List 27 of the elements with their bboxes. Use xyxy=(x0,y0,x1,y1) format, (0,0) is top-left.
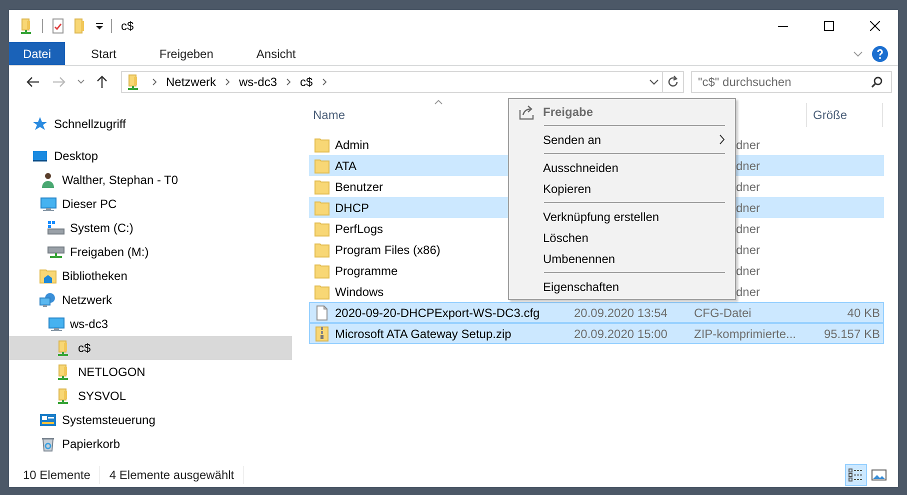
file-name: Admin xyxy=(335,138,370,152)
type-cell: dner xyxy=(736,180,760,194)
date-cell: 20.09.2020 15:00 xyxy=(574,326,668,340)
file-name: Program Files (x86) xyxy=(335,242,440,256)
date-cell: 20.09.2020 13:54 xyxy=(574,306,668,320)
type-cell: dner xyxy=(736,284,760,298)
type-cell: dner xyxy=(736,222,760,236)
file-name: Windows xyxy=(335,284,384,298)
window-title: c$ xyxy=(121,19,134,33)
file-name: Programme xyxy=(335,264,398,278)
file-name: Microsoft ATA Gateway Setup.zip xyxy=(335,326,512,340)
size-cell: 95.157 KB xyxy=(824,326,880,340)
type-cell: dner xyxy=(736,242,760,256)
type-cell: dner xyxy=(736,264,760,278)
type-cell: ZIP-komprimierte... xyxy=(694,326,796,340)
status-text: 10 Elemente xyxy=(23,466,100,484)
type-cell: dner xyxy=(736,158,760,172)
file-name: DHCP xyxy=(335,200,370,214)
file-name: Benutzer xyxy=(335,180,384,194)
type-cell: dner xyxy=(736,138,760,152)
type-cell: dner xyxy=(736,200,760,214)
file-name: PerfLogs xyxy=(335,222,384,236)
type-cell: CFG-Datei xyxy=(694,306,752,320)
file-name: ATA xyxy=(335,158,357,172)
size-cell: 40 KB xyxy=(847,306,880,320)
status-text: 4 Elemente ausgewählt xyxy=(109,466,244,484)
file-name: 2020-09-20-DHCPExport-WS-DC3.cfg xyxy=(335,306,540,320)
